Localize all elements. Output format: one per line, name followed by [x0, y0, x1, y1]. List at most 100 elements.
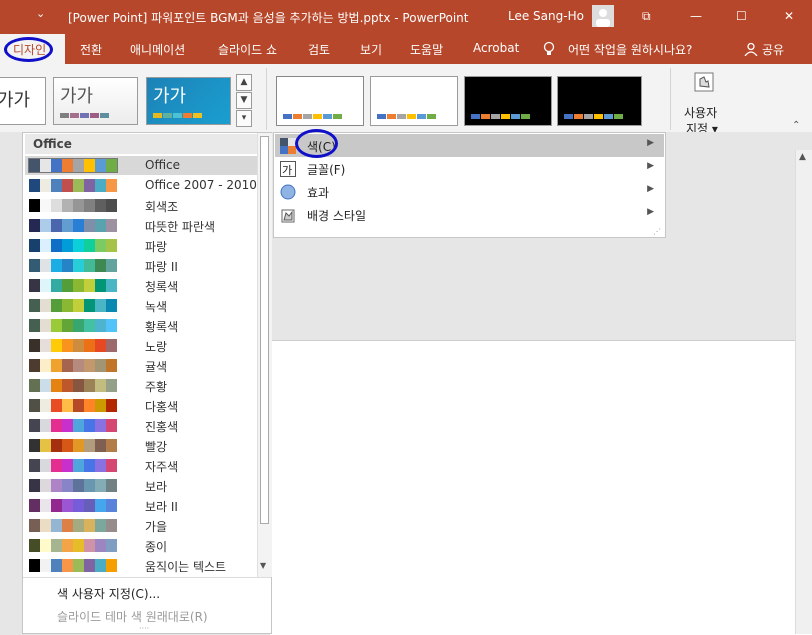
- variant-thumbnail-1[interactable]: [276, 76, 364, 126]
- color-scheme-item[interactable]: 보라 II: [25, 496, 257, 515]
- themes-scroll-up-button[interactable]: ▲: [236, 74, 252, 91]
- color-scheme-name: 노랑: [145, 340, 168, 354]
- maximize-button[interactable]: ☐: [736, 9, 747, 23]
- variant-thumbnail-2[interactable]: [370, 76, 458, 126]
- user-name[interactable]: Lee Sang-Ho: [508, 9, 584, 23]
- tab-acrobat[interactable]: Acrobat: [473, 41, 519, 55]
- color-scheme-item[interactable]: 따뜻한 파란색: [25, 216, 257, 235]
- color-schemes-menu: Office Office Office 2007 - 2010 회색조 따뜻한 파란…: [22, 132, 272, 634]
- color-swatch: [95, 219, 106, 232]
- theme-thumbnail-2[interactable]: 가가: [53, 77, 138, 125]
- reset-theme-colors-item[interactable]: 슬라이드 테마 색 원래대로(R): [57, 608, 208, 625]
- color-swatch: [84, 319, 95, 332]
- color-swatch: [29, 299, 40, 312]
- color-scheme-item[interactable]: 황록색: [25, 316, 257, 335]
- variant-thumbnail-3[interactable]: [464, 76, 552, 126]
- color-scheme-item[interactable]: 자주색: [25, 456, 257, 475]
- color-swatch: [40, 339, 51, 352]
- submenu-effects[interactable]: 효과 ▶: [275, 180, 664, 203]
- color-swatch: [62, 359, 73, 372]
- color-scheme-name: 회색조: [145, 200, 179, 214]
- color-swatch: [40, 259, 51, 272]
- color-swatch: [106, 239, 117, 252]
- customize-colors-item[interactable]: 색 사용자 지정(C)...: [57, 585, 160, 602]
- color-swatch: [29, 559, 40, 572]
- resize-grip-icon[interactable]: ⋰: [653, 227, 661, 236]
- color-scheme-item[interactable]: 노랑: [25, 336, 257, 355]
- scrollbar-thumb[interactable]: [260, 136, 269, 524]
- color-scheme-item[interactable]: 다홍색: [25, 396, 257, 415]
- tab-slideshow[interactable]: 슬라이드 쇼: [218, 41, 277, 58]
- submenu-fonts[interactable]: 가 글꼴(F) ▶: [275, 157, 664, 180]
- svg-text:가: 가: [282, 164, 292, 177]
- color-swatch: [73, 259, 84, 272]
- color-swatch: [95, 399, 106, 412]
- color-scheme-item[interactable]: 주황: [25, 376, 257, 395]
- color-scheme-item[interactable]: 빨강: [25, 436, 257, 455]
- color-scheme-item[interactable]: 진홍색: [25, 416, 257, 435]
- close-button[interactable]: ✕: [784, 9, 794, 23]
- color-swatch: [106, 399, 117, 412]
- color-scheme-item[interactable]: Office 2007 - 2010: [25, 176, 257, 195]
- collapse-ribbon-icon[interactable]: ⌃: [792, 120, 800, 131]
- variant-thumbnail-4[interactable]: [557, 76, 642, 126]
- color-scheme-item[interactable]: 움직이는 텍스트: [25, 556, 257, 575]
- color-swatch-strip: [29, 199, 117, 212]
- tab-help[interactable]: 도움말: [410, 41, 443, 58]
- theme-thumbnail-1[interactable]: 가가: [0, 77, 46, 125]
- color-scheme-item[interactable]: 녹색: [25, 296, 257, 315]
- tab-design[interactable]: 디자인: [0, 34, 65, 64]
- color-swatch: [29, 439, 40, 452]
- color-swatch: [106, 199, 117, 212]
- color-scheme-item[interactable]: 파랑 II: [25, 256, 257, 275]
- color-scheme-item[interactable]: 청록색: [25, 276, 257, 295]
- color-swatch: [73, 379, 84, 392]
- theme-thumbnail-3[interactable]: 가가: [146, 77, 231, 125]
- color-swatch-strip: [29, 379, 117, 392]
- themes-more-button[interactable]: ▾: [236, 110, 252, 127]
- scroll-down-icon[interactable]: ▼: [260, 561, 266, 570]
- color-swatch: [40, 559, 51, 572]
- minimize-button[interactable]: —: [690, 9, 702, 23]
- tab-transitions[interactable]: 전환: [80, 41, 102, 58]
- slide-canvas[interactable]: [270, 340, 812, 635]
- color-scheme-item[interactable]: 가을: [25, 516, 257, 535]
- tell-me-search[interactable]: 어떤 작업을 원하시나요?: [568, 41, 692, 58]
- color-schemes-scrollbar[interactable]: ▼: [257, 133, 272, 577]
- ribbon-display-options-button[interactable]: ⧉: [642, 9, 651, 24]
- themes-scroll-down-button[interactable]: ▼: [236, 92, 252, 109]
- quick-access-dropdown-icon[interactable]: ⌄: [36, 7, 45, 20]
- color-swatch: [51, 559, 62, 572]
- share-button[interactable]: 공유: [762, 41, 784, 58]
- color-swatch: [51, 179, 62, 192]
- color-swatch: [84, 239, 95, 252]
- resize-grip-icon[interactable]: ····: [139, 624, 149, 633]
- color-scheme-item[interactable]: 귤색: [25, 356, 257, 375]
- color-menu-footer: 색 사용자 지정(C)... 슬라이드 테마 색 원래대로(R) ····: [23, 577, 271, 634]
- customize-group[interactable]: 사용자 지정 ▾: [680, 68, 728, 136]
- color-swatch: [106, 519, 117, 532]
- window-title: [Power Point] 파워포인트 BGM과 음성을 추가하는 방법.ppt…: [68, 11, 469, 25]
- color-scheme-name: 파랑 II: [145, 260, 178, 274]
- color-swatch: [73, 319, 84, 332]
- color-scheme-item[interactable]: 보라: [25, 476, 257, 495]
- color-scheme-item[interactable]: 회색조: [25, 196, 257, 215]
- workspace-scrollbar[interactable]: ▲: [795, 150, 812, 634]
- chevron-right-icon: ▶: [647, 161, 654, 171]
- color-scheme-name: 다홍색: [145, 400, 179, 414]
- color-swatch-strip: [29, 359, 117, 372]
- color-swatch: [51, 359, 62, 372]
- color-swatch: [84, 439, 95, 452]
- color-scheme-item[interactable]: Office: [25, 156, 257, 175]
- title-bar: ⌄ [Power Point] 파워포인트 BGM과 음성을 추가하는 방법.p…: [0, 0, 812, 34]
- color-swatch-strip: [29, 179, 117, 192]
- tab-review[interactable]: 검토: [308, 41, 330, 58]
- submenu-background-styles[interactable]: 배경 스타일 ▶: [275, 203, 664, 226]
- avatar[interactable]: [592, 5, 614, 27]
- color-scheme-item[interactable]: 종이: [25, 536, 257, 555]
- color-scheme-item[interactable]: 파랑: [25, 236, 257, 255]
- tab-view[interactable]: 보기: [360, 41, 382, 58]
- color-swatch: [84, 499, 95, 512]
- color-swatch: [29, 259, 40, 272]
- tab-animations[interactable]: 애니메이션: [130, 41, 185, 58]
